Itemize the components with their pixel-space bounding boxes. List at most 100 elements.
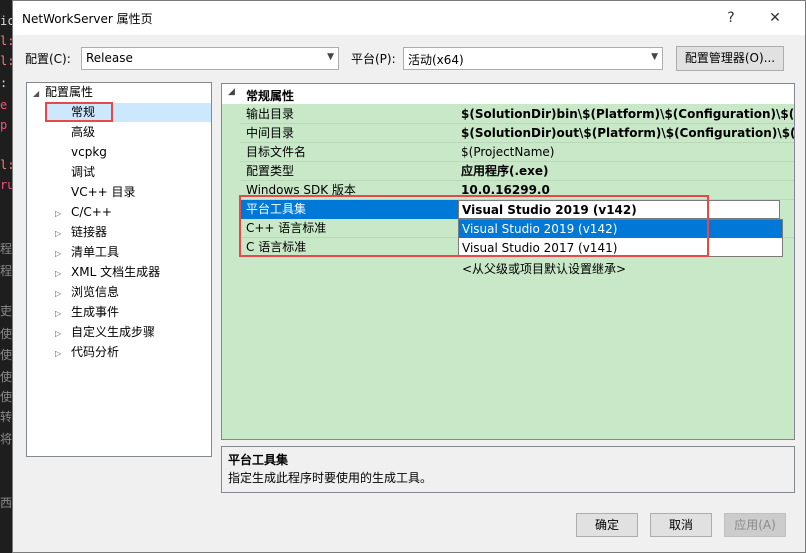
inherit-option[interactable]: <从父级或项目默认设置继承> xyxy=(462,260,626,277)
tree-item-custom-build-step[interactable]: ▷ 自定义生成步骤 xyxy=(55,323,155,342)
platform-select[interactable]: 活动(x64) ▼ xyxy=(403,47,663,70)
window-title: NetWorkServer 属性页 xyxy=(22,12,153,26)
property-row-target-name[interactable]: 目标文件名 $(ProjectName) xyxy=(222,143,794,162)
editor-text: ic xyxy=(0,14,12,28)
tree-root-config-properties[interactable]: ◢ 配置属性 xyxy=(33,83,93,102)
property-name: C 语言标准 xyxy=(246,240,307,254)
property-name: 输出目录 xyxy=(246,107,295,121)
title-bar: NetWorkServer 属性页 ? ✕ xyxy=(13,1,805,35)
tree-item-c-cpp[interactable]: ▷ C/C++ xyxy=(55,203,112,222)
editor-text: : xyxy=(0,76,8,90)
property-row-platform-toolset[interactable]: 平台工具集 Visual Studio 2019 (v142) xyxy=(222,200,794,219)
help-button[interactable]: ? xyxy=(719,8,743,28)
editor-text: 使 xyxy=(0,348,12,362)
editor-text: 使 xyxy=(0,370,12,384)
editor-text: 使 xyxy=(0,327,12,341)
property-value[interactable]: $(SolutionDir)bin\$(Platform)\$(Configur… xyxy=(458,105,794,124)
property-row-config-type[interactable]: 配置类型 应用程序(.exe) xyxy=(222,162,794,181)
property-name: 中间目录 xyxy=(246,126,295,140)
tree-item-browse-info[interactable]: ▷ 浏览信息 xyxy=(55,283,119,302)
property-value[interactable]: $(SolutionDir)out\$(Platform)\$(Configur… xyxy=(458,124,794,143)
editor-text: l: xyxy=(0,34,12,48)
ok-button[interactable]: 确定 xyxy=(576,513,638,537)
tree-item-label: 配置属性 xyxy=(45,85,94,99)
platform-label: 平台(P): xyxy=(351,52,396,66)
tree-item-build-events[interactable]: ▷ 生成事件 xyxy=(55,303,119,322)
editor-text: 将 xyxy=(0,432,12,446)
expand-arrow-icon[interactable]: ▷ xyxy=(55,224,71,243)
tree-item-label: 浏览信息 xyxy=(71,285,120,299)
editor-text: e xyxy=(0,98,8,112)
chevron-down-icon: ▼ xyxy=(651,52,658,62)
tree-item-manifest-tool[interactable]: ▷ 清单工具 xyxy=(55,243,119,262)
tree-item-label: C/C++ xyxy=(71,205,112,219)
platform-toolset-select[interactable]: Visual Studio 2019 (v142) xyxy=(458,200,780,219)
expand-arrow-icon[interactable]: ▷ xyxy=(55,284,71,303)
platform-value: 活动(x64) xyxy=(408,53,464,67)
property-row-intermediate-dir[interactable]: 中间目录 $(SolutionDir)out\$(Platform)\$(Con… xyxy=(222,124,794,143)
property-name: 目标文件名 xyxy=(246,145,307,159)
expand-arrow-icon[interactable]: ▷ xyxy=(55,264,71,283)
expand-arrow-icon[interactable]: ▷ xyxy=(55,244,71,263)
chevron-down-icon: ▼ xyxy=(327,52,334,62)
property-value[interactable]: 10.0.16299.0 xyxy=(458,181,794,200)
editor-text: l: xyxy=(0,158,12,172)
tree-item-vcpkg[interactable]: vcpkg xyxy=(71,143,107,162)
section-header[interactable]: ◢ 常规属性 xyxy=(222,84,794,104)
tree-item-general[interactable]: 常规 xyxy=(45,103,211,122)
property-name: C++ 语言标准 xyxy=(246,221,327,235)
expand-arrow-icon[interactable]: ▷ xyxy=(55,204,71,223)
expand-arrow-icon[interactable]: ▷ xyxy=(55,304,71,323)
tree-item-debugging[interactable]: 调试 xyxy=(71,163,95,182)
tree-item-label: 调试 xyxy=(71,165,96,179)
property-name: 配置类型 xyxy=(246,164,295,178)
expand-arrow-icon[interactable]: ▷ xyxy=(55,324,71,343)
property-name: Windows SDK 版本 xyxy=(246,183,356,197)
description-title: 平台工具集 xyxy=(228,453,289,467)
property-row-windows-sdk[interactable]: Windows SDK 版本 10.0.16299.0 xyxy=(222,181,794,200)
dropdown-option-v141[interactable]: Visual Studio 2017 (v141) xyxy=(459,239,782,257)
description-panel: 平台工具集 指定生成此程序时要使用的生成工具。 xyxy=(221,446,795,493)
tree-item-linker[interactable]: ▷ 链接器 xyxy=(55,223,107,242)
config-value: Release xyxy=(86,51,133,65)
background-editor: ic l: l: : e p l: ru 程 程 吏 使 使 使 使 转 将 西 xyxy=(0,0,12,553)
editor-text: p xyxy=(0,118,8,132)
settings-tree: ◢ 配置属性 常规 高级 vcpkg 调试 VC++ 目录 ▷ C/C++ ▷ 链接器… xyxy=(26,82,212,457)
cancel-button[interactable]: 取消 xyxy=(650,513,712,537)
editor-text: 程 xyxy=(0,264,12,278)
tree-item-label: 清单工具 xyxy=(71,245,120,259)
tree-item-advanced[interactable]: 高级 xyxy=(71,123,95,142)
tree-item-label: 生成事件 xyxy=(71,305,120,319)
property-pages-dialog: NetWorkServer 属性页 ? ✕ 配置(C): Release ▼ 平… xyxy=(12,0,806,553)
config-bar: 配置(C): Release ▼ 平台(P): 活动(x64) ▼ 配置管理器(… xyxy=(13,45,805,71)
tree-item-label: 常规 xyxy=(71,105,96,119)
expand-arrow-icon[interactable]: ▷ xyxy=(55,344,71,363)
tree-item-label: 自定义生成步骤 xyxy=(71,325,156,339)
config-manager-button[interactable]: 配置管理器(O)... xyxy=(676,46,784,71)
tree-item-label: 链接器 xyxy=(71,225,108,239)
property-value[interactable]: 应用程序(.exe) xyxy=(458,162,794,181)
property-value[interactable]: $(ProjectName) xyxy=(458,143,794,162)
tree-item-label: vcpkg xyxy=(71,145,107,159)
editor-text: 吏 xyxy=(0,304,12,318)
tree-item-vc-directories[interactable]: VC++ 目录 xyxy=(71,183,136,202)
tree-item-label: 高级 xyxy=(71,125,96,139)
description-text: 指定生成此程序时要使用的生成工具。 xyxy=(228,471,433,485)
close-button[interactable]: ✕ xyxy=(763,8,787,28)
editor-text: ru xyxy=(0,178,12,192)
config-label: 配置(C): xyxy=(25,52,71,66)
tree-item-code-analysis[interactable]: ▷ 代码分析 xyxy=(55,343,119,362)
editor-text: l: xyxy=(0,54,12,68)
property-name: 平台工具集 xyxy=(240,200,458,219)
tree-item-xml-doc-generator[interactable]: ▷ XML 文档生成器 xyxy=(55,263,160,282)
config-select[interactable]: Release ▼ xyxy=(81,47,339,70)
apply-button[interactable]: 应用(A) xyxy=(724,513,786,537)
property-row-output-dir[interactable]: 输出目录 $(SolutionDir)bin\$(Platform)\$(Con… xyxy=(222,105,794,124)
section-title: 常规属性 xyxy=(246,89,295,103)
collapse-arrow-icon[interactable]: ◢ xyxy=(33,84,45,103)
property-grid: ◢ 常规属性 输出目录 $(SolutionDir)bin\$(Platform… xyxy=(221,83,795,440)
tree-item-label: 代码分析 xyxy=(71,345,120,359)
collapse-arrow-icon[interactable]: ◢ xyxy=(228,87,235,97)
dropdown-option-v142[interactable]: Visual Studio 2019 (v142) xyxy=(459,220,782,238)
tree-item-label: VC++ 目录 xyxy=(71,185,136,199)
